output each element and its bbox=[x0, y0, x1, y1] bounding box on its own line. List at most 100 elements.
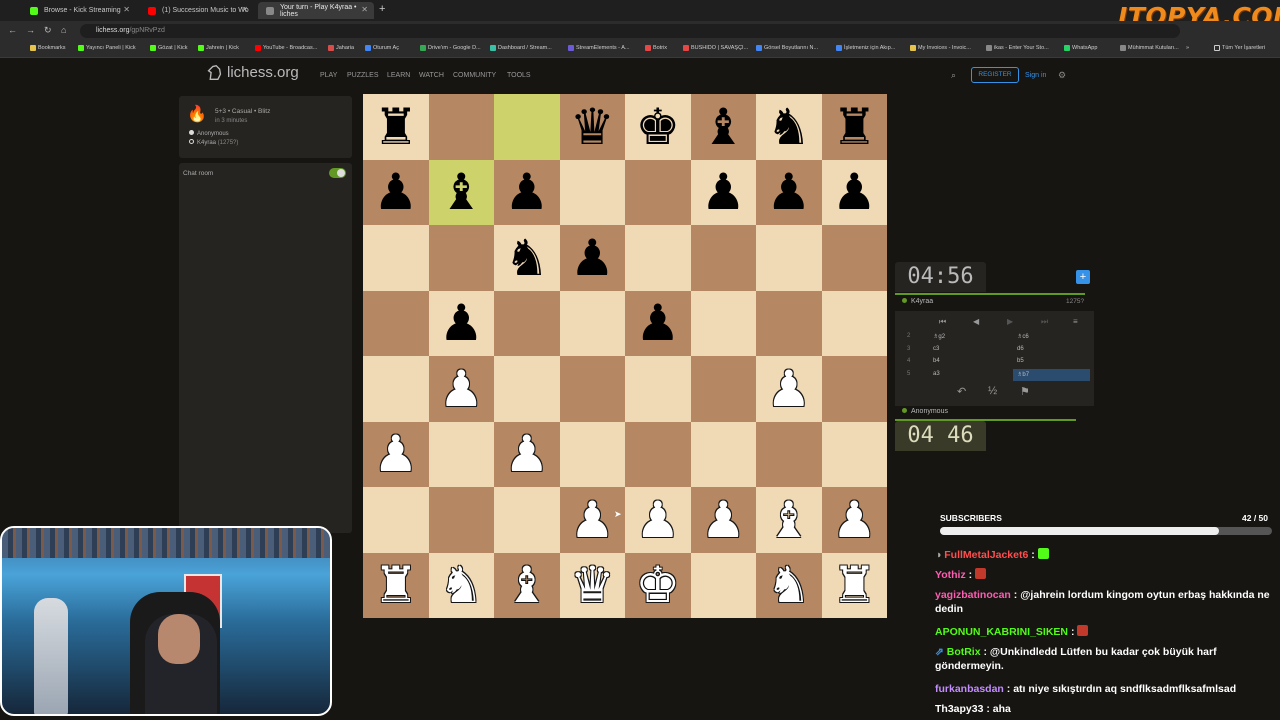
board-square[interactable] bbox=[690, 290, 756, 356]
white-move[interactable]: b4 bbox=[933, 358, 940, 364]
black-bishop-icon[interactable]: ♝ bbox=[701, 102, 746, 152]
board-square[interactable]: ♟ bbox=[756, 159, 822, 225]
board-square[interactable] bbox=[559, 356, 625, 422]
white-pawn-icon[interactable]: ♟ bbox=[701, 495, 746, 545]
menu-learn[interactable]: LEARN bbox=[387, 72, 410, 79]
black-pawn-icon[interactable]: ♟ bbox=[766, 167, 811, 217]
board-square[interactable] bbox=[494, 290, 560, 356]
board-square[interactable]: ♟ bbox=[625, 487, 691, 553]
signin-link[interactable]: Sign in bbox=[1025, 72, 1046, 79]
board-square[interactable] bbox=[494, 487, 560, 553]
board-square[interactable]: ♝ bbox=[428, 159, 494, 225]
board-square[interactable] bbox=[690, 421, 756, 487]
bookmark-item[interactable]: Jahrein | Kick bbox=[198, 45, 239, 51]
board-square[interactable] bbox=[559, 159, 625, 225]
board-square[interactable] bbox=[821, 356, 887, 422]
chat-username[interactable]: FullMetalJacket6 bbox=[944, 549, 1028, 561]
takeback-icon[interactable]: ↶ bbox=[957, 385, 966, 398]
board-square[interactable] bbox=[756, 225, 822, 291]
black-move[interactable]: d6 bbox=[1017, 346, 1024, 352]
chat-username[interactable]: yagizbatinocan bbox=[935, 589, 1011, 601]
board-square[interactable]: ♟ bbox=[494, 421, 560, 487]
board-square[interactable] bbox=[625, 225, 691, 291]
forward-icon[interactable]: → bbox=[26, 25, 35, 35]
bookmark-item[interactable]: YouTube - Broadcas... bbox=[255, 45, 317, 51]
board-square[interactable]: ♜ bbox=[821, 552, 887, 618]
bookmark-item[interactable]: ikas - Enter Your Sto... bbox=[986, 45, 1049, 51]
white-move[interactable]: c3 bbox=[933, 346, 939, 352]
white-pawn-icon[interactable]: ♟ bbox=[439, 364, 484, 414]
board-square[interactable] bbox=[428, 94, 494, 160]
board-square[interactable] bbox=[690, 356, 756, 422]
black-pawn-icon[interactable]: ♟ bbox=[701, 167, 746, 217]
black-pawn-icon[interactable]: ♟ bbox=[570, 233, 615, 283]
board-square[interactable]: ♝ bbox=[690, 94, 756, 160]
chat-username[interactable]: Th3apy33 bbox=[935, 703, 983, 715]
board-square[interactable]: ♟ bbox=[363, 421, 429, 487]
board-square[interactable] bbox=[494, 94, 560, 160]
bookmark-item[interactable]: Gözat | Kick bbox=[150, 45, 188, 51]
board-square[interactable]: ♟ bbox=[363, 159, 429, 225]
white-bishop-icon[interactable]: ♝ bbox=[766, 495, 811, 545]
board-square[interactable]: ♞ bbox=[756, 552, 822, 618]
white-king-icon[interactable]: ♚ bbox=[635, 560, 680, 610]
close-icon[interactable]: ✕ bbox=[241, 5, 248, 14]
chat-username[interactable]: Yothiz bbox=[935, 569, 966, 581]
white-pawn-icon[interactable]: ♟ bbox=[766, 364, 811, 414]
lichess-logo[interactable]: lichess.org bbox=[206, 64, 299, 81]
menu-icon[interactable]: ≡ bbox=[1073, 317, 1078, 326]
tab-youtube[interactable]: (1) Succession Music to Wo ✕ bbox=[140, 2, 254, 19]
board-square[interactable]: ♛ bbox=[559, 94, 625, 160]
black-pawn-icon[interactable]: ♟ bbox=[439, 298, 484, 348]
bookmark-item[interactable]: Botrix bbox=[645, 45, 667, 51]
white-pawn-icon[interactable]: ♟ bbox=[373, 429, 418, 479]
board-square[interactable]: ♟ bbox=[625, 290, 691, 356]
menu-watch[interactable]: WATCH bbox=[419, 72, 444, 79]
register-button[interactable]: REGISTER bbox=[971, 67, 1019, 83]
first-move-icon[interactable]: ⏮ bbox=[939, 317, 946, 327]
bookmark-item[interactable]: StreamElements - A... bbox=[568, 45, 630, 51]
white-pawn-icon[interactable]: ♟ bbox=[570, 495, 615, 545]
last-move-icon[interactable]: ⏭ bbox=[1041, 317, 1048, 327]
reload-icon[interactable]: ↻ bbox=[44, 25, 52, 36]
black-queen-icon[interactable]: ♛ bbox=[570, 102, 615, 152]
board-square[interactable] bbox=[363, 356, 429, 422]
next-move-icon[interactable]: ▶ bbox=[1007, 317, 1013, 326]
board-square[interactable] bbox=[428, 225, 494, 291]
board-square[interactable]: ♟ bbox=[821, 487, 887, 553]
black-pawn-icon[interactable]: ♟ bbox=[832, 167, 877, 217]
gear-icon[interactable]: ⚙ bbox=[1058, 70, 1066, 81]
bookmark-item[interactable]: WhatsApp bbox=[1064, 45, 1097, 51]
board-square[interactable] bbox=[756, 421, 822, 487]
board-square[interactable] bbox=[821, 225, 887, 291]
board-square[interactable] bbox=[494, 356, 560, 422]
board-square[interactable] bbox=[625, 159, 691, 225]
board-square[interactable]: ♜ bbox=[363, 552, 429, 618]
board-square[interactable]: ♛ bbox=[559, 552, 625, 618]
bookmark-item[interactable]: Oturum Aç bbox=[365, 45, 399, 51]
board-square[interactable]: ♚ bbox=[625, 552, 691, 618]
white-bishop-icon[interactable]: ♝ bbox=[504, 560, 549, 610]
tab-lichess[interactable]: Your turn - Play K4yraa • liches ✕ bbox=[258, 2, 374, 19]
chat-toggle[interactable] bbox=[329, 168, 346, 178]
resign-flag-icon[interactable]: ⚑ bbox=[1020, 385, 1030, 398]
black-move[interactable]: ♗b7 bbox=[1013, 368, 1090, 381]
board-square[interactable] bbox=[690, 225, 756, 291]
black-rook-icon[interactable]: ♜ bbox=[373, 102, 418, 152]
board-square[interactable] bbox=[428, 421, 494, 487]
chat-username[interactable]: BotRix bbox=[947, 646, 981, 658]
white-knight-icon[interactable]: ♞ bbox=[766, 560, 811, 610]
menu-community[interactable]: COMMUNITY bbox=[453, 72, 496, 79]
home-icon[interactable]: ⌂ bbox=[61, 25, 66, 35]
more-bookmarks-icon[interactable]: » bbox=[1186, 45, 1189, 51]
board-square[interactable]: ♜ bbox=[821, 94, 887, 160]
board-square[interactable] bbox=[428, 487, 494, 553]
chat-username[interactable]: furkanbasdan bbox=[935, 683, 1004, 695]
board-square[interactable] bbox=[559, 421, 625, 487]
black-knight-icon[interactable]: ♞ bbox=[766, 102, 811, 152]
menu-tools[interactable]: TOOLS bbox=[507, 72, 531, 79]
bookmark-item[interactable]: Görsel Boyutlarını N... bbox=[756, 45, 818, 51]
bookmark-item[interactable]: Yayıncı Paneli | Kick bbox=[78, 45, 136, 51]
url-field[interactable]: lichess.org/gpNRvPzd bbox=[80, 24, 1180, 38]
board-square[interactable]: ♟ bbox=[756, 356, 822, 422]
